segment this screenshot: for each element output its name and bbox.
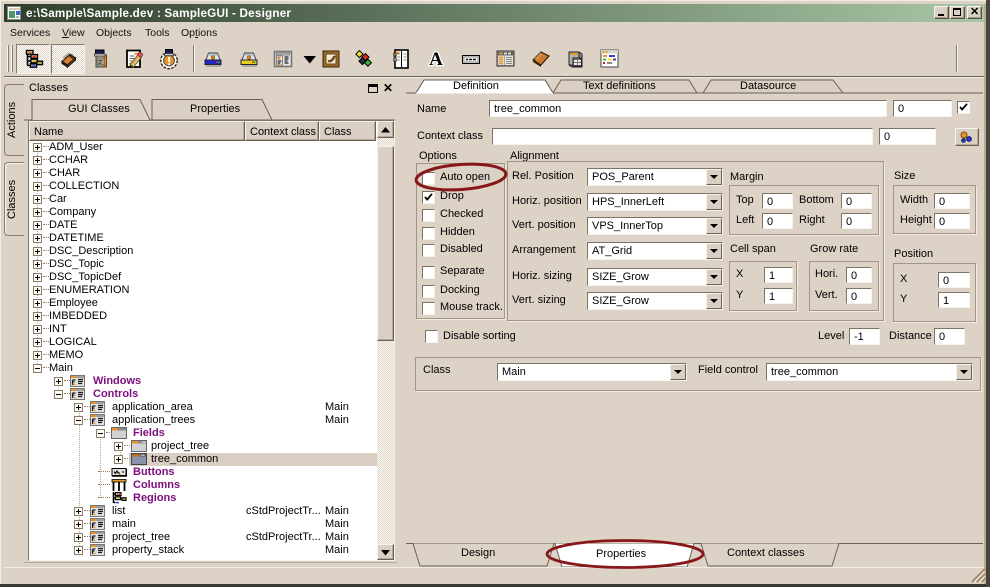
svg-text:A: A [429,49,443,70]
